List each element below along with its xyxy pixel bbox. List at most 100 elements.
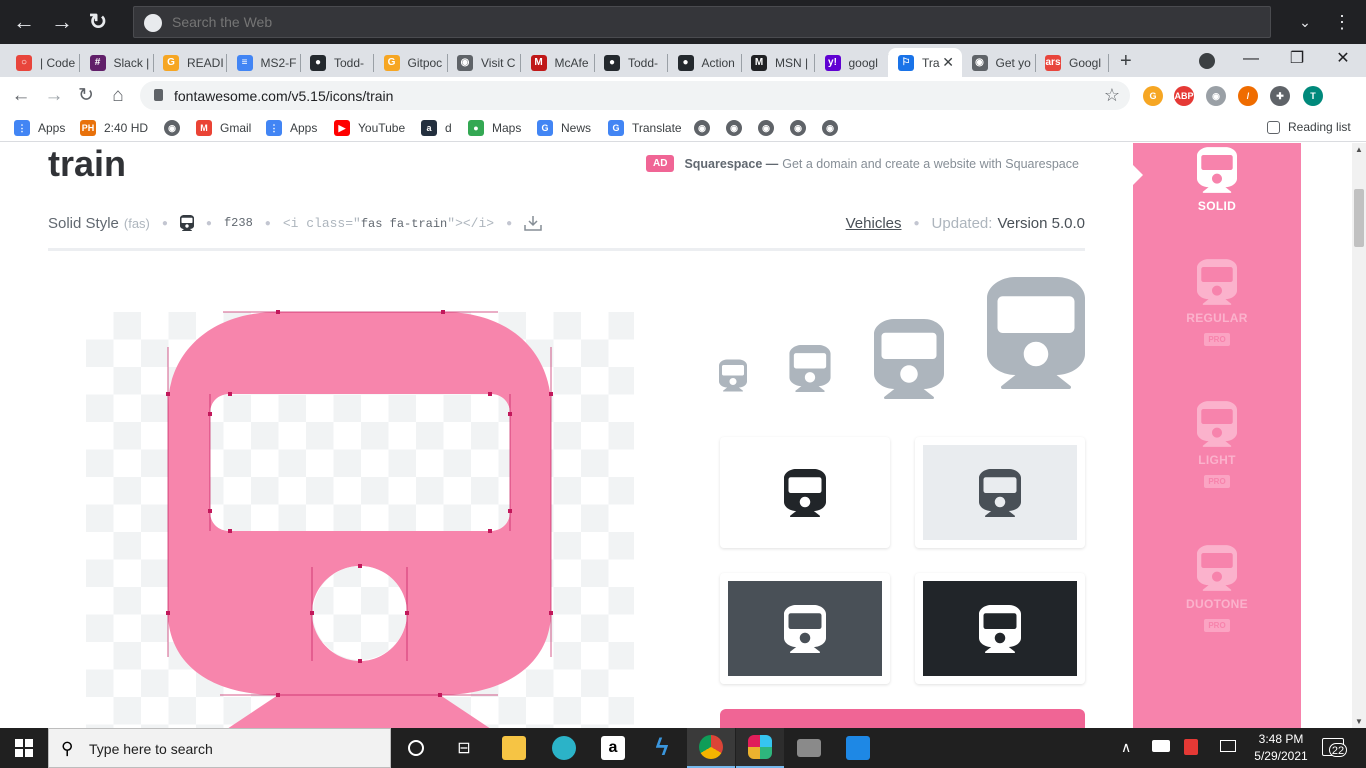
scroll-up-icon[interactable]: ▲ <box>1355 145 1363 154</box>
address-bar[interactable]: fontawesome.com/v5.15/icons/train ☆ <box>140 81 1130 110</box>
maximize-icon[interactable]: ❐ <box>1274 44 1320 77</box>
color-preview-2[interactable] <box>720 573 890 684</box>
scroll-thumb[interactable] <box>1354 189 1364 247</box>
carrot-ext-icon[interactable]: / <box>1238 86 1258 106</box>
bookmark-item[interactable]: M Gmail <box>196 120 251 136</box>
close-tab-icon[interactable]: ✕ <box>942 54 954 71</box>
bookmark-item[interactable]: ● Maps <box>468 120 521 136</box>
bookmark-item[interactable]: G News <box>537 120 591 136</box>
tab-5[interactable]: G Gitpoc <box>374 48 448 77</box>
taskbar-slack[interactable] <box>736 728 784 768</box>
scroll-down-icon[interactable]: ▼ <box>1355 717 1363 726</box>
cortana-button[interactable] <box>392 728 440 768</box>
tab-12[interactable]: ⚐ Tra ✕ <box>888 48 962 77</box>
close-window-icon[interactable]: ✕ <box>1320 44 1366 77</box>
taskbar-chrome[interactable] <box>687 728 735 768</box>
train-glyph-icon[interactable] <box>179 215 194 231</box>
taskbar-search-box[interactable]: ⚲ Type here to search <box>48 728 391 768</box>
task-view-button[interactable]: ⊟ <box>440 728 488 768</box>
tray-chevron-icon[interactable]: ∧ <box>1121 739 1131 756</box>
network-icon[interactable] <box>1220 740 1236 752</box>
color-preview-3[interactable] <box>915 573 1085 684</box>
taskbar-vscode[interactable]: ϟ <box>638 728 686 768</box>
html-snippet[interactable]: <i class="fas fa-train"></i> <box>283 216 494 231</box>
train-icon <box>979 604 1021 653</box>
color-preview-0[interactable] <box>720 437 890 548</box>
bookmark-item[interactable]: ◉ <box>790 120 814 136</box>
notifications-icon[interactable]: 22 <box>1322 738 1347 757</box>
abp-icon[interactable]: ABP <box>1174 86 1194 106</box>
start-button[interactable] <box>0 728 48 768</box>
taskbar-camera[interactable] <box>785 728 833 768</box>
tab-6[interactable]: ◉ Visit C <box>447 48 521 77</box>
refresh-icon[interactable]: ↻ <box>86 10 110 34</box>
tab-7[interactable]: M McAfe <box>521 48 595 77</box>
chevron-down-icon[interactable]: ⌄ <box>1293 10 1317 34</box>
size-preview-3[interactable] <box>987 277 1085 394</box>
taskbar-amazon[interactable]: a <box>589 728 637 768</box>
category-link[interactable]: Vehicles <box>846 215 902 232</box>
style-option-duotone[interactable]: DUOTONE PRO <box>1133 545 1301 633</box>
new-tab-plus-icon[interactable]: + <box>1120 50 1132 73</box>
bookmark-item[interactable]: ⋮ Apps <box>14 120 65 136</box>
minimize-icon[interactable]: — <box>1228 44 1274 77</box>
battery-icon[interactable] <box>1152 740 1170 752</box>
web-search-box[interactable] <box>133 6 1271 38</box>
bookmark-item[interactable]: ◉ <box>758 120 782 136</box>
taskbar-photos[interactable] <box>834 728 882 768</box>
tab-13[interactable]: ◉ Get yo <box>962 48 1036 77</box>
tab-2[interactable]: G READI <box>153 48 227 77</box>
bookmark-item[interactable]: ▶ YouTube <box>334 120 405 136</box>
style-option-regular[interactable]: REGULAR PRO <box>1133 259 1301 347</box>
bookmark-item[interactable]: G Translate <box>608 120 682 136</box>
size-preview-0[interactable] <box>719 359 747 397</box>
security-tray-icon[interactable] <box>1184 739 1198 755</box>
bookmark-item[interactable]: PH 2:40 HD <box>80 120 148 136</box>
reading-list-button[interactable]: Reading list <box>1267 120 1351 134</box>
taskbar-edge[interactable] <box>540 728 588 768</box>
forward-icon[interactable]: → <box>43 85 65 107</box>
color-preview-1[interactable] <box>915 437 1085 548</box>
g-ext-icon[interactable]: G <box>1143 86 1163 106</box>
circle-ext-icon[interactable]: ◉ <box>1206 86 1226 106</box>
puzzle-icon[interactable]: ✚ <box>1270 86 1290 106</box>
tab-11[interactable]: y! googl <box>815 48 889 77</box>
bookmark-item[interactable]: ◉ <box>726 120 750 136</box>
tab-8[interactable]: ● Todd- <box>594 48 668 77</box>
back-arrow-icon[interactable]: ← <box>12 10 36 34</box>
more-vertical-icon[interactable]: ⋮ <box>1330 10 1354 34</box>
style-option-light[interactable]: LIGHT PRO <box>1133 401 1301 489</box>
bookmark-item[interactable]: ◉ <box>822 120 846 136</box>
page-scrollbar[interactable]: ▲ ▼ <box>1352 143 1366 728</box>
sponsor-ad[interactable]: AD Squarespace — Get a domain and create… <box>646 155 1079 172</box>
tab-9[interactable]: ● Action <box>668 48 742 77</box>
back-icon[interactable]: ← <box>10 85 32 107</box>
tab-3[interactable]: ≡ MS2-F <box>227 48 301 77</box>
reload-icon[interactable]: ↻ <box>75 85 97 107</box>
bookmark-item[interactable]: ⋮ Apps <box>266 120 317 136</box>
home-icon[interactable]: ⌂ <box>107 85 129 107</box>
tab-14[interactable]: ars Googl <box>1035 48 1109 77</box>
forward-arrow-icon[interactable]: → <box>50 10 74 34</box>
bookmark-star-icon[interactable]: ☆ <box>1104 85 1120 106</box>
size-preview-1[interactable] <box>789 345 831 397</box>
tab-1[interactable]: # Slack | <box>80 48 154 77</box>
tab-0[interactable]: ○ | Code <box>6 48 80 77</box>
download-icon[interactable] <box>524 215 542 231</box>
bookmark-item[interactable]: ◉ <box>164 120 188 136</box>
bookmark-item[interactable]: ◉ <box>694 120 718 136</box>
profile-icon[interactable]: T <box>1303 86 1323 106</box>
web-search-input[interactable] <box>172 12 772 32</box>
style-option-solid[interactable]: SOLID <box>1133 147 1301 213</box>
tab-search-icon[interactable] <box>1199 53 1215 69</box>
clock[interactable]: 3:48 PM 5/29/2021 <box>1245 731 1317 765</box>
url-text[interactable]: fontawesome.com/v5.15/icons/train <box>174 88 393 104</box>
tab-4[interactable]: ● Todd- <box>300 48 374 77</box>
bookmark-item[interactable]: ad <box>421 120 452 136</box>
unicode-value[interactable]: f238 <box>224 216 253 230</box>
taskbar-file-explorer[interactable] <box>490 728 538 768</box>
download-banner[interactable] <box>720 709 1085 728</box>
train-icon <box>784 604 826 653</box>
size-preview-2[interactable] <box>874 319 944 404</box>
tab-10[interactable]: M MSN | <box>741 48 815 77</box>
